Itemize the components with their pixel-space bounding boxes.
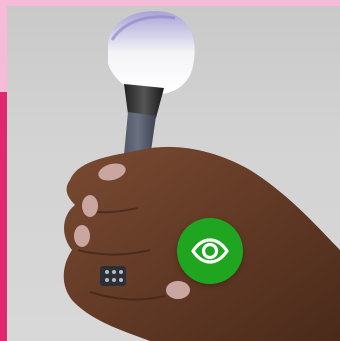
- eye-icon: [191, 238, 229, 264]
- left-light-accent: [0, 6, 7, 92]
- brush-in-hand-illustration: [63, 11, 340, 341]
- left-accent-bar: [0, 92, 7, 341]
- product-image-card: [0, 0, 340, 341]
- quick-view-button[interactable]: [177, 218, 243, 284]
- product-photo: [7, 6, 340, 341]
